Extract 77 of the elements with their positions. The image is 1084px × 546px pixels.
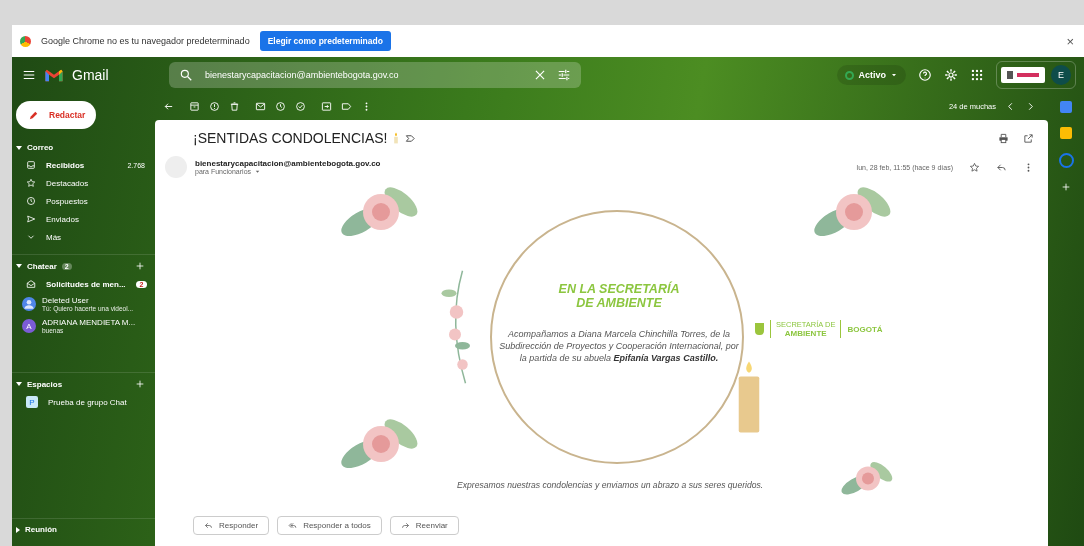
- email-subject: ¡SENTIDAS CONDOLENCIAS!: [193, 130, 388, 146]
- candle-icon: [393, 131, 400, 145]
- card-heading: EN LA SECRETARÍA DE AMBIENTE: [557, 282, 681, 310]
- settings-icon[interactable]: [944, 68, 958, 82]
- reply-arrow-icon: [204, 521, 213, 530]
- add-icon[interactable]: [135, 261, 145, 271]
- organization-logo-icon: [1001, 67, 1045, 83]
- nav-item[interactable]: Recibidos: [46, 160, 118, 170]
- search-field[interactable]: bienestarycapacitacion@ambientebogota.gov.co: [169, 62, 581, 88]
- nav-item[interactable]: Más: [46, 232, 145, 242]
- infobar-message: Google Chrome no es tu navegador predeterminado: [41, 36, 250, 46]
- clock-icon[interactable]: [275, 101, 286, 112]
- move-icon[interactable]: [321, 101, 332, 112]
- nav-item[interactable]: Solicitudes de men...: [46, 279, 126, 289]
- pencil-icon: [28, 109, 39, 121]
- label-icon[interactable]: [341, 101, 352, 112]
- forward-button[interactable]: Reenviar: [389, 516, 459, 535]
- apps-icon[interactable]: [970, 68, 984, 82]
- expand-arrow-icon[interactable]: [16, 526, 20, 533]
- nav-item[interactable]: Pospuestos: [46, 196, 145, 206]
- envelope-logo-icon: [44, 67, 64, 83]
- add-icon[interactable]: [135, 379, 145, 389]
- nav-item[interactable]: Prueba de grupo Chat: [48, 397, 145, 407]
- search-input[interactable]: bienestarycapacitacion@ambientebogota.gov.co: [203, 69, 523, 81]
- menu-icon[interactable]: [22, 68, 36, 82]
- shield-icon: [755, 323, 764, 335]
- forward-arrow-icon: [400, 521, 410, 530]
- expand-arrow-icon[interactable]: [16, 382, 22, 386]
- send-icon: [26, 214, 36, 224]
- compose-button[interactable]: Redactar: [16, 101, 96, 129]
- set-default-button[interactable]: Elegir como predeterminado: [259, 31, 391, 51]
- search-icon[interactable]: [179, 68, 193, 82]
- account-avatar[interactable]: E: [1051, 65, 1071, 85]
- reply-button[interactable]: Responder: [193, 516, 270, 535]
- status-button[interactable]: Activo: [837, 65, 906, 85]
- nav-item[interactable]: Destacados: [46, 178, 145, 188]
- reply-all-button[interactable]: Responder a todos: [277, 516, 382, 535]
- star-icon[interactable]: [969, 161, 980, 173]
- expand-arrow-icon[interactable]: [16, 264, 22, 268]
- nav-item[interactable]: Enviados: [46, 214, 145, 224]
- caret-icon: [890, 71, 898, 79]
- filter-options-icon[interactable]: [557, 68, 571, 82]
- chat-name[interactable]: Deleted User: [42, 296, 134, 305]
- close-button[interactable]: ×: [1064, 33, 1076, 49]
- back-arrow-icon[interactable]: [163, 101, 174, 112]
- app-logo-text: Gmail: [72, 67, 109, 83]
- archive-icon[interactable]: [189, 101, 200, 112]
- star-icon: [26, 178, 36, 188]
- account-panel[interactable]: E: [996, 61, 1076, 89]
- task-icon[interactable]: [295, 101, 306, 112]
- clear-search-icon[interactable]: [533, 68, 547, 82]
- section-heading[interactable]: Espacios: [27, 379, 63, 389]
- avatar: A: [22, 319, 36, 333]
- open-in-new-window-icon[interactable]: [1023, 132, 1034, 144]
- clock-icon: [26, 196, 36, 206]
- avatar: P: [26, 396, 38, 408]
- delete-icon[interactable]: [229, 101, 240, 112]
- importance-marker-icon[interactable]: [405, 132, 417, 144]
- envelope-icon: [26, 279, 36, 289]
- chat-name[interactable]: ADRIANA MENDIETA M...: [42, 318, 136, 327]
- section-heading[interactable]: Correo: [27, 143, 54, 152]
- add-icon[interactable]: [1061, 182, 1071, 192]
- mail-icon[interactable]: [255, 101, 266, 112]
- card-paragraph: Acompañamos a Diana Marcela Chinchilla Torres, de la Subdirección de Proyectos y Cooperación Internacional, por la partida de su abuela Epifanía Vargas Castillo.: [498, 328, 740, 364]
- print-icon[interactable]: [998, 132, 1009, 144]
- inbox-icon: [26, 160, 36, 170]
- card-footer-text: Expresamos nuestras condolencias y enviamos un abrazo a sus seres queridos.: [457, 480, 765, 490]
- expand-arrow-icon[interactable]: [16, 145, 22, 150]
- browser-logo-icon: [20, 35, 31, 47]
- section-heading[interactable]: Chatear: [27, 261, 57, 271]
- reply-all-arrow-icon: [288, 521, 298, 530]
- section-heading[interactable]: Reunión: [25, 525, 57, 534]
- report-icon[interactable]: [209, 101, 220, 112]
- notes-icon[interactable]: [1060, 127, 1072, 139]
- sender-address: bienestarycapacitacion@ambientebogota.gov.co: [195, 159, 381, 168]
- help-icon[interactable]: [918, 68, 932, 82]
- city-logo-text: BOGOTÁ: [847, 324, 883, 334]
